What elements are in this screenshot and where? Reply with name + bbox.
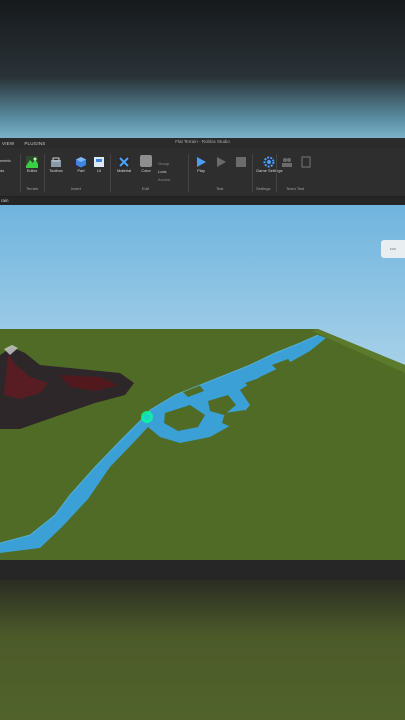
ui-icon <box>93 155 105 167</box>
title-bar: VIEW PLUGINS Flat Terrain - Roblox Studi… <box>0 138 405 148</box>
divider <box>110 154 111 192</box>
resume-button[interactable] <box>215 155 227 167</box>
stop-button[interactable] <box>235 155 247 167</box>
terrain-editor-button[interactable]: Editor <box>26 155 38 173</box>
divider <box>44 154 45 192</box>
game-settings-button[interactable]: Game Settings <box>256 155 282 173</box>
window-title: Flat Terrain - Roblox Studio <box>175 139 230 144</box>
exit-icon <box>300 155 312 168</box>
ui-label: UI <box>97 168 101 173</box>
part-label: Part <box>77 168 85 173</box>
game-settings-label: Game Settings <box>256 168 283 173</box>
color-label: Color <box>141 168 151 173</box>
toolbox-label: Toolbox <box>49 168 63 173</box>
group-label-terrain: Terrain <box>26 186 39 191</box>
divider <box>188 154 189 192</box>
stop-icon <box>235 155 247 167</box>
lock-button[interactable]: Lock <box>158 169 166 174</box>
color-swatch-icon <box>140 155 152 167</box>
anchor-button[interactable]: Anchor <box>158 177 171 182</box>
team-icon <box>281 155 293 167</box>
ribbon-partial-label[interactable]: metric <box>0 158 11 163</box>
material-button[interactable]: Material <box>117 155 131 173</box>
3d-viewport[interactable]: sun <box>0 205 405 560</box>
document-tab-bar: rain <box>0 197 405 205</box>
viewport-side-button[interactable]: sun <box>381 240 405 258</box>
play-button[interactable]: Play <box>195 155 207 173</box>
color-button[interactable]: Color <box>140 155 152 173</box>
divider <box>252 154 253 192</box>
group-label-insert: Insert <box>71 186 82 191</box>
ribbon-partial-label[interactable]: ds <box>0 168 4 173</box>
group-label-settings: Settings <box>256 186 271 191</box>
video-background-top <box>0 0 405 140</box>
status-strip <box>0 560 405 580</box>
resume-icon <box>215 155 227 167</box>
roblox-studio-window: VIEW PLUGINS Flat Terrain - Roblox Studi… <box>0 138 405 580</box>
team-test-button[interactable] <box>281 155 293 167</box>
play-label: Play <box>197 168 205 173</box>
toolbox-button[interactable]: Toolbox <box>49 155 63 173</box>
material-icon <box>118 155 131 168</box>
part-cube-icon <box>75 155 87 168</box>
group-label-team-test: Team Test <box>286 186 305 191</box>
play-icon <box>195 155 207 167</box>
ui-button[interactable]: UI <box>93 155 105 173</box>
divider <box>276 154 277 192</box>
group-label-test: Test <box>216 186 224 191</box>
toolbox-icon <box>50 155 62 167</box>
ribbon-toolbar: metric ds Editor Terrain Toolbox Part UI… <box>0 148 405 197</box>
group-button[interactable]: Group <box>158 161 169 166</box>
material-label: Material <box>117 168 132 173</box>
group-label-edit: Edit <box>142 186 149 191</box>
divider <box>20 154 21 192</box>
terrain-brush-center <box>144 414 150 420</box>
exit-game-button[interactable] <box>300 155 312 168</box>
editor-label: Editor <box>26 168 38 173</box>
terrain-icon <box>26 155 38 168</box>
video-background-bottom <box>0 580 405 720</box>
gear-icon <box>263 155 275 168</box>
part-button[interactable]: Part <box>75 155 87 173</box>
document-tab[interactable]: rain <box>1 198 9 203</box>
terrain-scene <box>0 329 405 560</box>
